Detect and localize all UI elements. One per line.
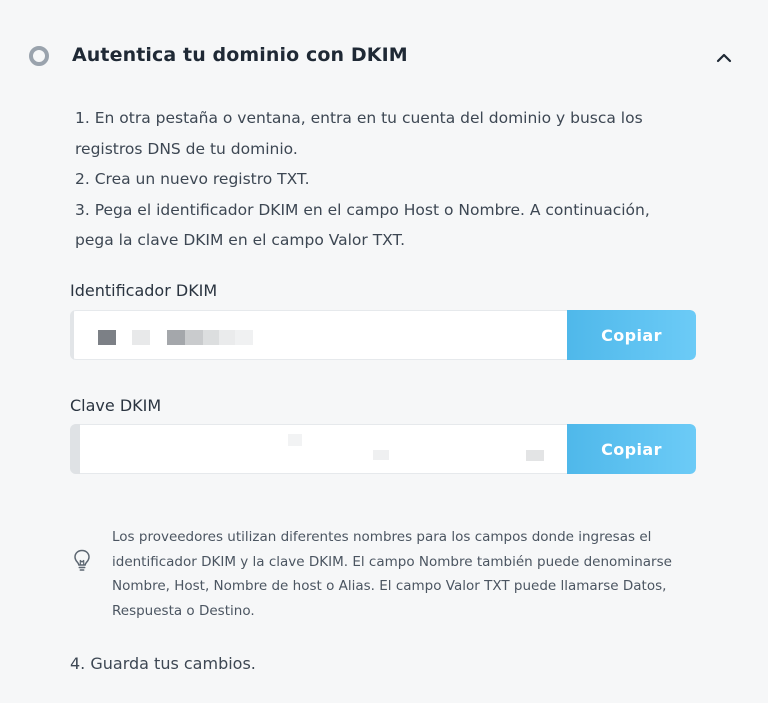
dkim-key-field: Copiar (70, 424, 696, 474)
dkim-key-input[interactable] (78, 424, 562, 474)
field-edge (70, 310, 74, 360)
redacted-value-block (219, 330, 235, 345)
step-4-text: 4. Guarda tus cambios. (70, 654, 256, 673)
copy-identifier-button[interactable]: Copiar (567, 310, 696, 360)
redacted-value-block (98, 330, 116, 345)
tip-text: Los proveedores utilizan diferentes nomb… (112, 525, 702, 623)
redacted-value-block (167, 330, 185, 345)
instruction-line: 3. Pega el identificador DKIM en el camp… (75, 200, 650, 219)
instructions-list: 1. En otra pestaña o ventana, entra en t… (75, 103, 675, 256)
dkim-identifier-input[interactable] (78, 310, 562, 360)
dkim-identifier-field: Copiar (70, 310, 696, 360)
instruction-line: 2. Crea un nuevo registro TXT. (75, 170, 310, 188)
tip-line: identificador DKIM y la clave DKIM. El c… (112, 553, 672, 570)
tip-line: Los proveedores utilizan diferentes nomb… (112, 529, 652, 545)
redacted-value-block (132, 330, 150, 345)
redacted-value-block (373, 450, 389, 460)
redacted-value-block (203, 330, 219, 345)
lightbulb-icon (74, 549, 90, 571)
dkim-step-panel: Autentica tu dominio con DKIM 1. En otra… (0, 0, 768, 703)
redacted-value-block (288, 434, 302, 446)
tip-line: Respuesta o Destino. (112, 602, 255, 619)
redacted-value-block (526, 450, 544, 461)
redacted-value-block (235, 330, 253, 345)
dkim-identifier-label: Identificador DKIM (70, 281, 218, 300)
tip-line: Nombre, Host, Nombre de host o Alias. El… (112, 578, 667, 595)
dkim-key-label: Clave DKIM (70, 396, 162, 415)
instruction-line: 1. En otra pestaña o ventana, entra en t… (75, 109, 643, 127)
section-title: Autentica tu dominio con DKIM (72, 44, 408, 66)
redacted-value-block (185, 330, 203, 345)
instruction-line: pega la clave DKIM en el campo Valor TXT… (75, 231, 406, 249)
copy-key-button[interactable]: Copiar (567, 424, 696, 474)
chevron-up-icon[interactable] (712, 46, 736, 70)
instruction-line: registros DNS de tu dominio. (75, 139, 298, 158)
step-status-circle-icon (29, 46, 49, 66)
